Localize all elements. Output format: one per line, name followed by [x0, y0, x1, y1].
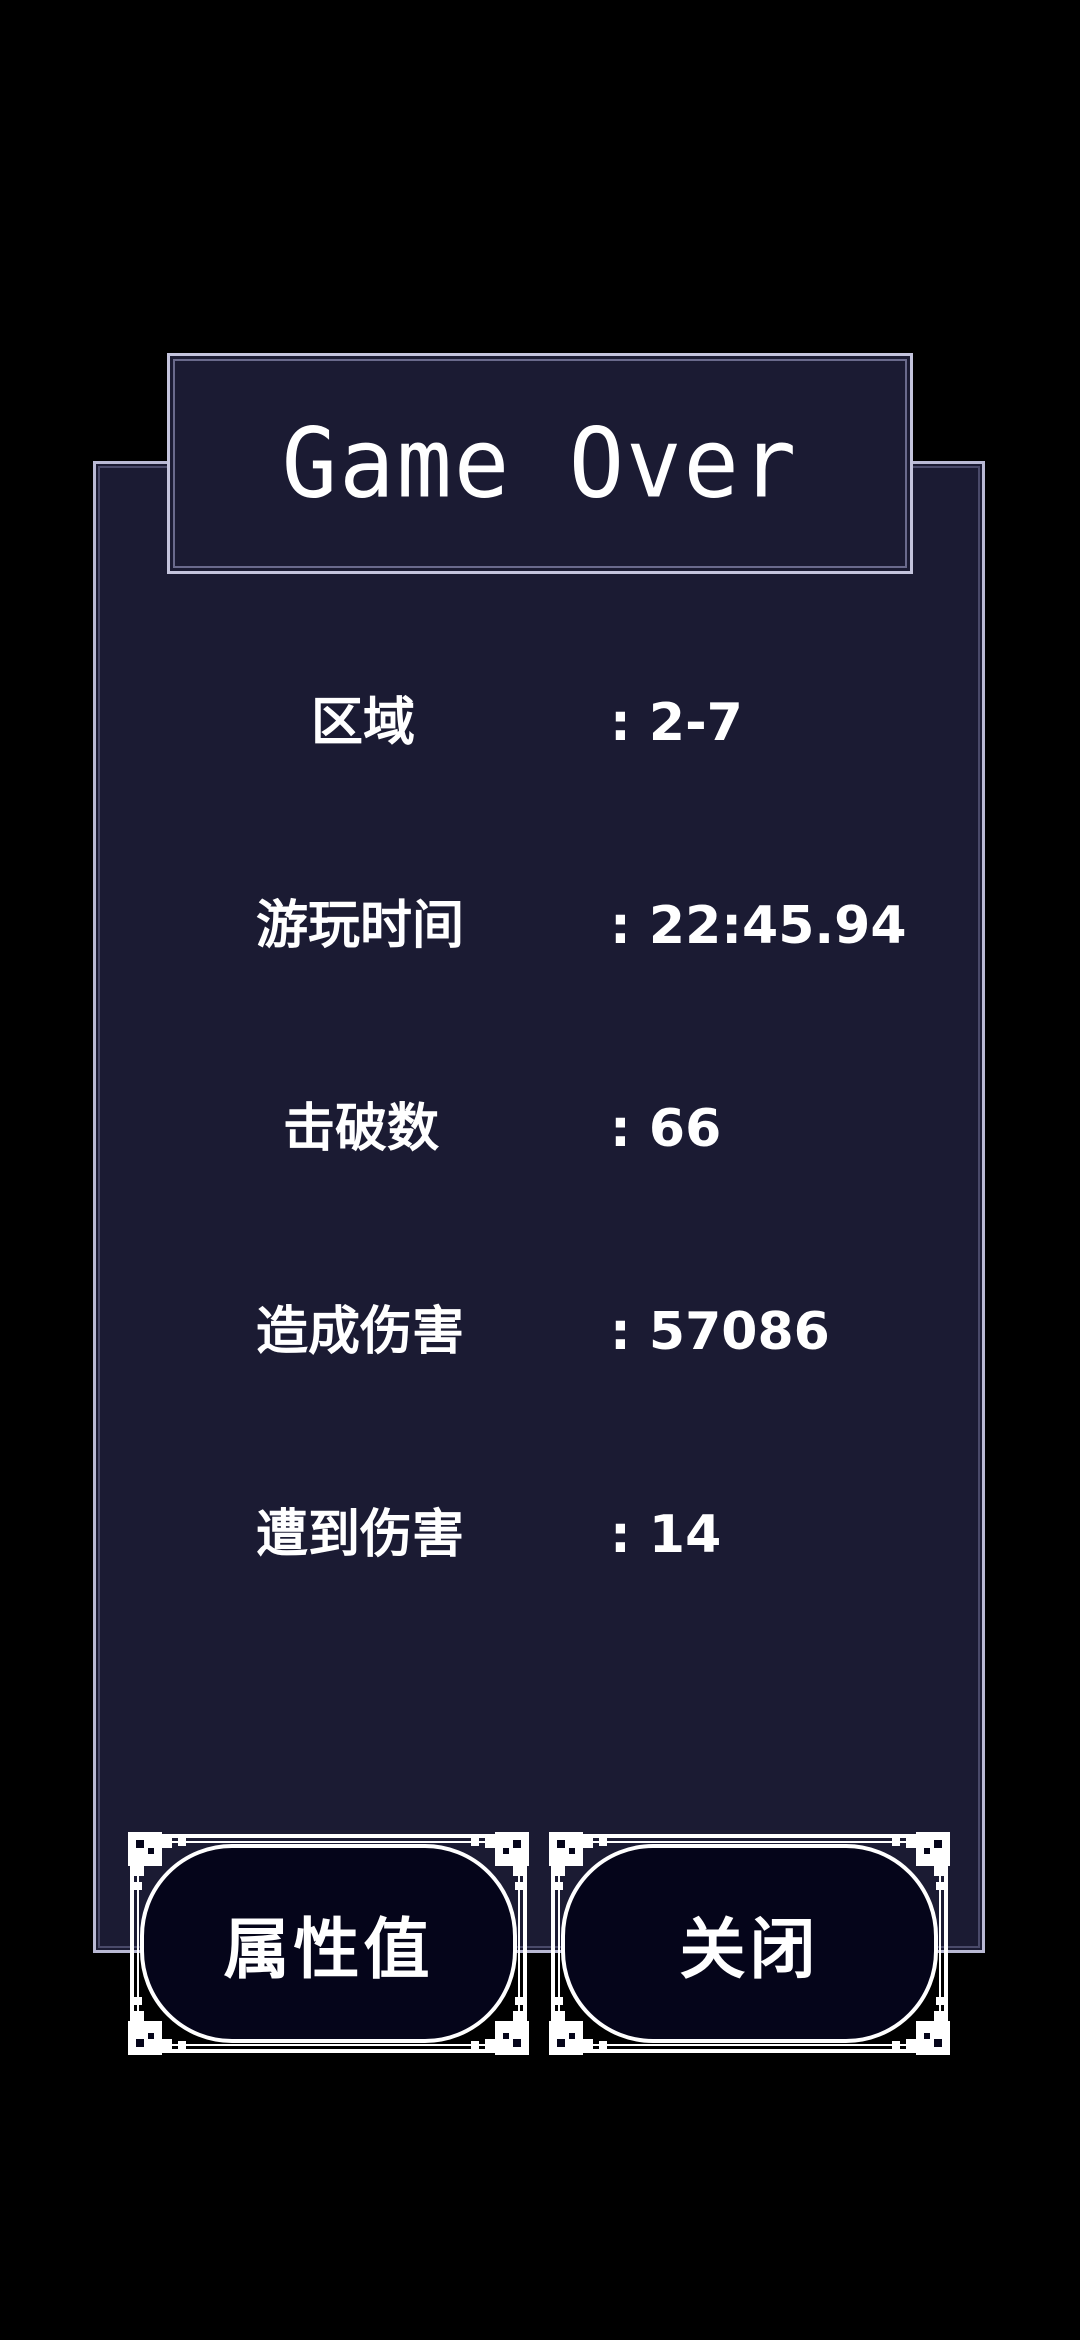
stat-value-damage-dealt: : 57086: [610, 1302, 830, 1362]
stat-row-area: 区域 : 2-7: [93, 683, 985, 763]
stat-value-play-time: : 22:45.94: [610, 896, 907, 956]
close-button[interactable]: 关闭: [549, 1832, 950, 2055]
attributes-button-label: 属性值: [223, 1910, 434, 1988]
title-banner: Game Over: [167, 353, 913, 574]
stat-value-damage-taken: : 14: [610, 1505, 722, 1565]
close-button-label: 关闭: [679, 1910, 820, 1988]
stat-row-damage-taken: 遭到伤害 : 14: [93, 1495, 985, 1575]
stat-value-kills: : 66: [610, 1099, 722, 1159]
attributes-button[interactable]: 属性值: [128, 1832, 529, 2055]
stat-row-kills: 击破数 : 66: [93, 1089, 985, 1169]
stat-value-area: : 2-7: [610, 693, 743, 753]
dialog-title: Game Over: [281, 407, 799, 520]
stat-row-damage-dealt: 造成伤害 : 57086: [93, 1292, 985, 1372]
stat-row-play-time: 游玩时间 : 22:45.94: [93, 886, 985, 966]
